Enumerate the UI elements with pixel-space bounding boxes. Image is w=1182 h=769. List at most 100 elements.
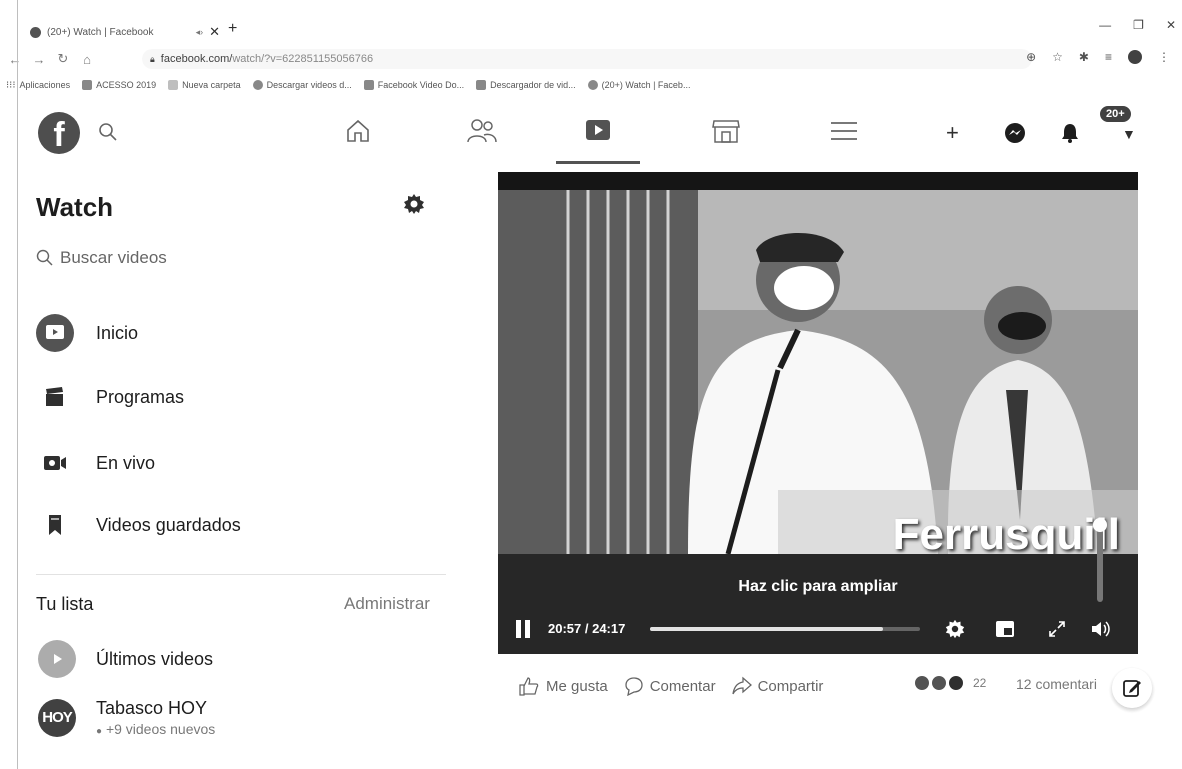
marketplace-nav-icon[interactable] [704, 114, 748, 148]
new-dot-icon: ● [96, 726, 103, 737]
back-icon[interactable]: ← [6, 52, 24, 67]
bookmark-fb-video-downloader[interactable]: Facebook Video Do... [363, 80, 465, 90]
list-item-title: Tabasco HOY [96, 698, 208, 718]
notifications-bell-icon[interactable] [1060, 122, 1080, 150]
video-overlay-caption: Ferrusquill [892, 510, 1120, 554]
share-label: Compartir [757, 677, 824, 695]
zoom-icon[interactable]: ⊕ [1026, 50, 1036, 64]
browser-tab[interactable]: (20+) Watch | Facebook ◂› ✕ [30, 20, 220, 44]
like-label: Me gusta [546, 677, 608, 695]
address-bar-icons: ⊕ ☆ ✱ ≡ ⋮ [1026, 50, 1170, 64]
new-message-compose-button[interactable] [1112, 668, 1152, 708]
progress-fill [650, 627, 883, 631]
home-nav-icon[interactable] [336, 114, 380, 148]
fullscreen-expand-icon[interactable] [1044, 616, 1070, 642]
comments-count-link[interactable]: 12 comentari [1016, 676, 1112, 692]
progress-bar[interactable] [650, 627, 920, 631]
bookmark-apps[interactable]: ⁝⁝⁝ Aplicaciones [6, 80, 70, 91]
like-reaction-icon [913, 674, 931, 692]
star-icon[interactable]: ☆ [1052, 50, 1063, 64]
folder-icon [168, 80, 179, 90]
sidebar-item-label: En vivo [96, 452, 156, 473]
sidebar-item-programas[interactable]: Programas [36, 378, 184, 416]
bookmark-nueva-carpeta[interactable]: Nueva carpeta [168, 80, 241, 90]
reload-icon[interactable]: ↻ [54, 51, 72, 67]
volume-icon[interactable] [1088, 616, 1114, 642]
video-player[interactable]: Ferrusquill Haz clic para ampliar 20:57 … [498, 172, 1138, 654]
like-button[interactable]: Me gusta [518, 676, 608, 696]
maximize-icon[interactable]: ❐ [1133, 18, 1144, 32]
manage-link[interactable]: Administrar [344, 594, 430, 614]
search-icon[interactable] [98, 122, 118, 148]
bookmark-descargar-videos[interactable]: Descargar videos d... [252, 80, 352, 90]
url-input[interactable]: 🔒︎ facebook.com/ watch/?v=62285115505676… [142, 49, 1032, 69]
comment-button[interactable]: Comentar [624, 676, 716, 696]
sidebar-item-label: Programas [96, 386, 185, 407]
search-icon [36, 249, 53, 266]
bookmark-label: Aplicaciones [19, 80, 71, 90]
sidebar-item-inicio[interactable]: Inicio [36, 314, 138, 352]
video-settings-gear-icon[interactable] [942, 616, 968, 642]
new-videos-count: +9 videos nuevos [105, 721, 216, 737]
reaction-count: 22 [973, 676, 987, 690]
notifications-badge: 20+ [1098, 104, 1133, 124]
bookmark-fb-watch[interactable]: (20+) Watch | Faceb... [587, 80, 691, 90]
facebook-favicon-icon [30, 26, 41, 38]
video-frame[interactable]: Ferrusquill [498, 190, 1138, 554]
minimize-icon[interactable]: — [1099, 18, 1111, 32]
bookmark-favicon-icon [252, 80, 263, 90]
new-tab-button[interactable]: + [228, 20, 237, 38]
time-current: 20:57 [548, 621, 582, 636]
reading-list-icon[interactable]: ≡ [1105, 50, 1112, 64]
extensions-icon[interactable]: ✱ [1079, 50, 1089, 64]
watch-home-icon [36, 314, 74, 352]
sidebar-item-en-vivo[interactable]: En vivo [36, 444, 155, 482]
picture-in-picture-icon[interactable] [992, 616, 1018, 642]
facebook-logo[interactable]: f [38, 112, 80, 154]
bookmark-acesso[interactable]: ACESSO 2019 [82, 80, 156, 90]
browser-tab-bar: (20+) Watch | Facebook ◂› ✕ + — ❐ ✕ [0, 0, 1182, 44]
close-tab-icon[interactable]: ✕ [209, 24, 220, 40]
list-item-tabasco-hoy[interactable]: HOY Tabasco HOY ● +9 videos nuevos [38, 698, 215, 737]
bookmark-label: (20+) Watch | Faceb... [601, 80, 691, 90]
facebook-favicon-icon [587, 80, 598, 90]
address-bar-row: ← → ↻ ⌂ 🔒︎ facebook.com/ watch/?v=622851… [0, 44, 1182, 74]
apps-grid-icon: ⁝⁝⁝ [6, 79, 16, 91]
video-still-image [498, 190, 1138, 554]
facebook-top-nav: f + 20+ ▼ [18, 100, 1182, 164]
bookmark-label: Facebook Video Do... [377, 80, 465, 90]
create-plus-icon[interactable]: + [946, 120, 959, 146]
messenger-icon[interactable] [1004, 122, 1026, 150]
window-controls: — ❐ ✕ [1099, 18, 1176, 32]
share-button[interactable]: Compartir [731, 676, 824, 696]
friends-nav-icon[interactable] [460, 114, 504, 148]
search-placeholder: Buscar videos [60, 248, 167, 267]
live-video-icon [36, 444, 74, 482]
settings-gear-icon[interactable] [402, 192, 426, 216]
compose-edit-icon [1123, 680, 1141, 697]
click-to-expand-label[interactable]: Haz clic para ampliar [498, 578, 1138, 596]
page-avatar: HOY [38, 698, 76, 737]
sidebar-item-videos-guardados[interactable]: Videos guardados [36, 506, 241, 544]
haha-reaction-icon [947, 674, 965, 692]
bookmark-descargador[interactable]: Descargador de vid... [476, 80, 576, 90]
volume-slider[interactable] [1093, 518, 1107, 602]
menu-dots-icon[interactable]: ⋮ [1158, 50, 1170, 64]
pause-button[interactable] [516, 620, 532, 638]
url-host: facebook.com/ [160, 53, 233, 65]
url-path: watch/?v=622851155056766 [232, 53, 374, 65]
profile-avatar[interactable] [1128, 50, 1142, 64]
forward-icon[interactable]: → [30, 52, 48, 67]
close-window-icon[interactable]: ✕ [1166, 18, 1176, 32]
speaker-icon[interactable]: ◂› [196, 27, 204, 38]
menu-nav-icon[interactable] [822, 114, 866, 148]
reactions-summary[interactable]: 22 [913, 674, 987, 692]
list-item-latest-videos[interactable]: Últimos videos [38, 640, 213, 678]
volume-slider-knob[interactable] [1093, 518, 1107, 532]
search-videos-input[interactable]: Buscar videos [36, 248, 167, 268]
home-icon[interactable]: ⌂ [78, 52, 96, 67]
watch-nav-icon[interactable] [556, 114, 640, 164]
love-reaction-icon [930, 674, 948, 692]
account-dropdown-icon[interactable]: ▼ [1122, 126, 1136, 142]
list-item-title: Últimos videos [96, 648, 214, 669]
